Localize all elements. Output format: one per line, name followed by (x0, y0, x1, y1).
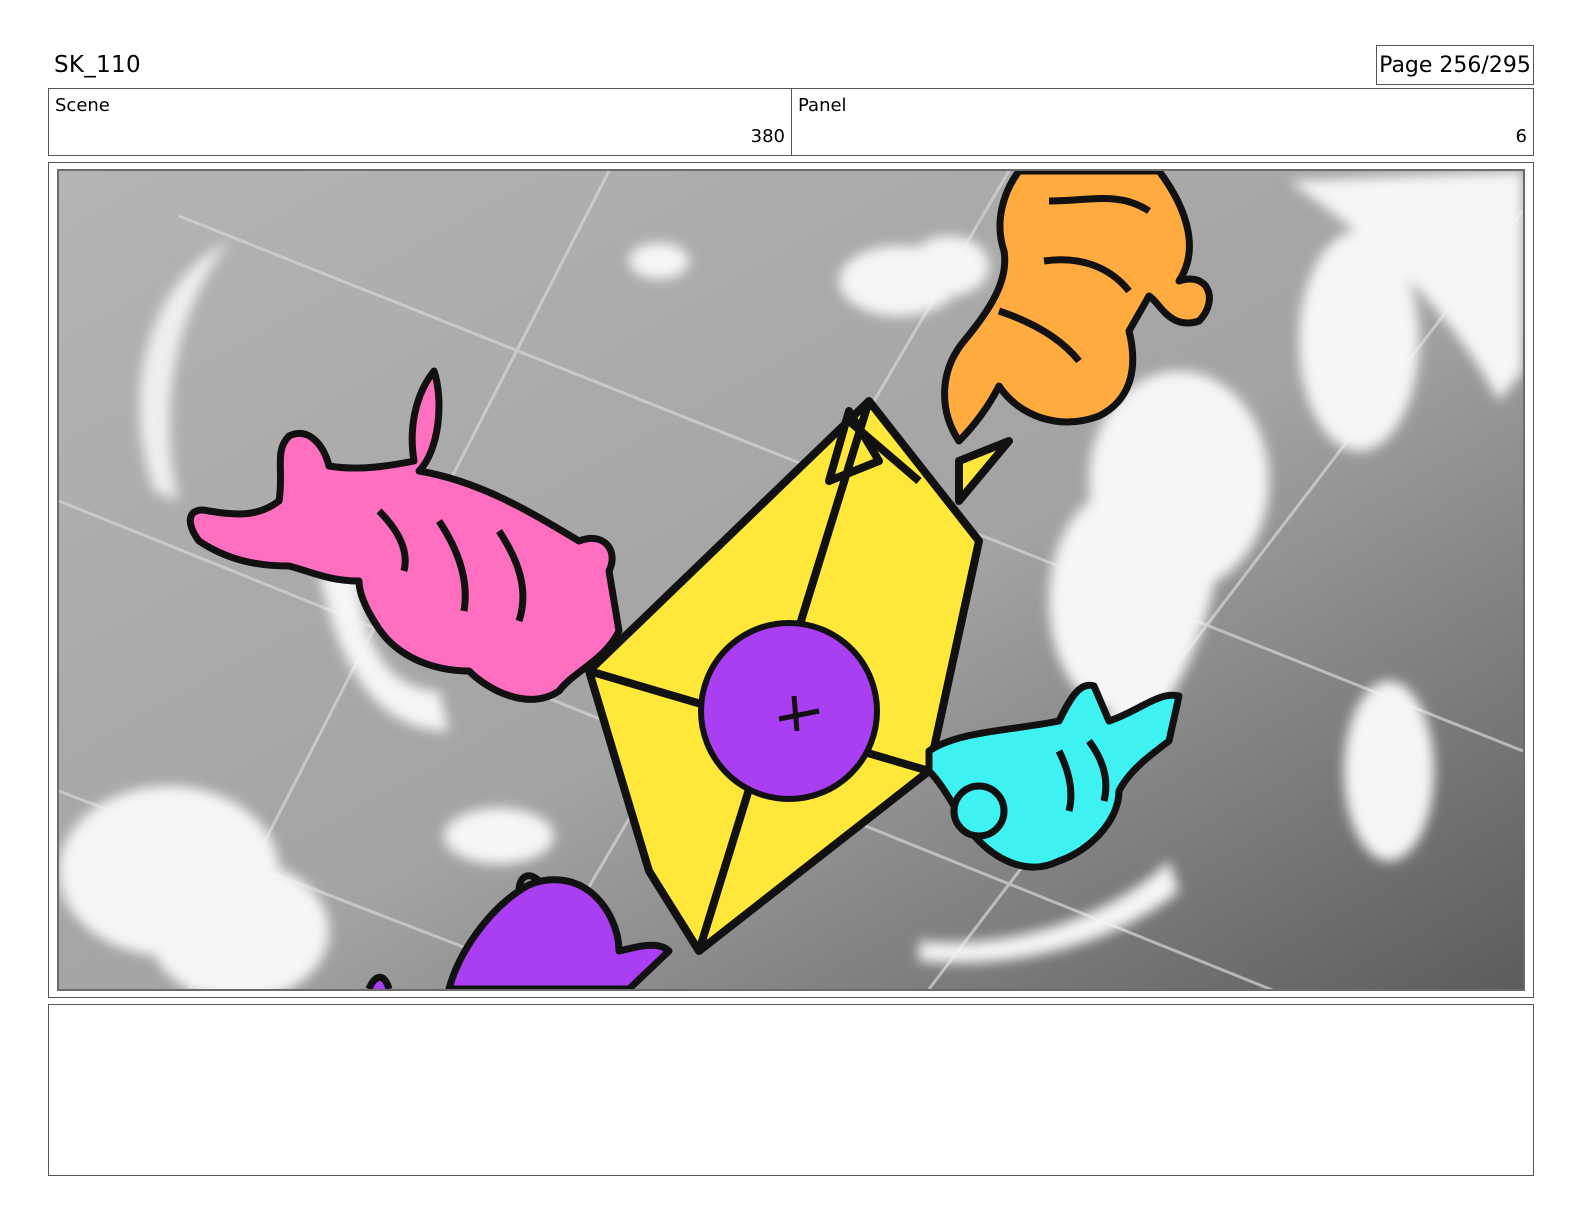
scene-cell: Scene 380 (49, 89, 792, 155)
kite-button (698, 620, 880, 802)
notes-area (48, 1004, 1534, 1176)
page-number: Page 256/295 (1376, 45, 1534, 85)
scene-panel-info: Scene 380 Panel 6 (48, 88, 1534, 156)
scene-label: Scene (55, 95, 110, 116)
panel-frame (48, 162, 1534, 998)
panel-cell: Panel 6 (792, 89, 1533, 155)
sketch-illustration (59, 171, 1523, 989)
panel-number: 6 (1515, 126, 1527, 147)
page-number-label: Page 256/295 (1379, 52, 1531, 78)
storyboard-title: SK_110 (54, 52, 141, 78)
scene-number: 380 (750, 126, 785, 147)
panel-artwork (57, 169, 1525, 991)
panel-label: Panel (798, 95, 847, 116)
